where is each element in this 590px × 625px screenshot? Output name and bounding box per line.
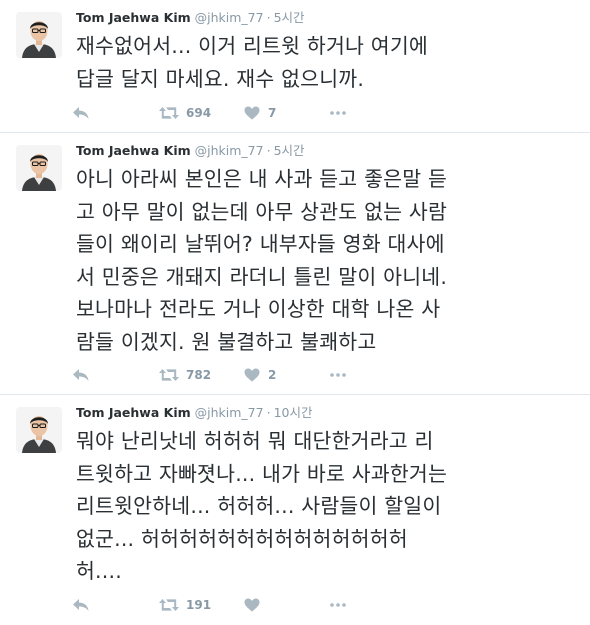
retweet-count: 782	[186, 368, 212, 382]
heart-icon	[244, 368, 260, 382]
heart-icon	[244, 106, 260, 120]
separator-dot: ·	[266, 143, 271, 158]
author-handle[interactable]: @jhkim_77	[195, 143, 264, 158]
author-handle[interactable]: @jhkim_77	[195, 10, 264, 25]
more-options-button[interactable]	[330, 365, 360, 385]
like-count: 7	[268, 106, 277, 120]
more-dots-icon	[330, 373, 346, 377]
reply-arrow-icon	[72, 598, 90, 612]
like-button[interactable]: 2	[244, 365, 330, 385]
retweet-count: 191	[186, 598, 212, 612]
avatar[interactable]	[16, 145, 62, 191]
more-dots-icon	[330, 111, 346, 115]
retweet-button[interactable]: 694	[158, 103, 244, 123]
tweet-timeline: Tom Jaehwa Kim @jhkim_77 · 5시간 재수없어서... 이거 …	[0, 0, 590, 625]
tweet-text: 뭐야 난리낫네 허허허 뭐 대단한거라고 리 트윗하고 자빠졋나... 내가 바…	[76, 429, 448, 583]
tweet-header: Tom Jaehwa Kim @jhkim_77 · 5시간	[76, 9, 305, 27]
retweet-button[interactable]: 191	[158, 595, 244, 615]
author-handle[interactable]: @jhkim_77	[195, 405, 264, 420]
more-dots-icon	[330, 603, 346, 607]
tweet-text: 아니 아라씨 본인은 내 사과 듣고 좋은말 듣 고 아무 말이 없는데 아무 …	[76, 167, 448, 354]
tweet-header: Tom Jaehwa Kim @jhkim_77 · 10시간	[76, 404, 312, 422]
reply-button[interactable]	[72, 365, 158, 385]
more-options-button[interactable]	[330, 103, 360, 123]
retweet-icon	[158, 106, 180, 120]
tweet-actions: 694 7	[72, 103, 360, 123]
like-button[interactable]: 7	[244, 103, 330, 123]
tweet-header: Tom Jaehwa Kim @jhkim_77 · 5시간	[76, 142, 305, 160]
retweet-icon	[158, 598, 180, 612]
reply-arrow-icon	[72, 106, 90, 120]
tweet[interactable]: Tom Jaehwa Kim @jhkim_77 · 10시간 뭐야 난리낫네 허허허…	[0, 395, 590, 625]
separator-dot: ·	[266, 405, 271, 420]
reply-button[interactable]	[72, 103, 158, 123]
tweet-timestamp[interactable]: 5시간	[274, 10, 305, 25]
like-count: 2	[268, 368, 277, 382]
like-button[interactable]	[244, 595, 330, 615]
reply-button[interactable]	[72, 595, 158, 615]
tweet-actions: 782 2	[72, 365, 360, 385]
heart-icon	[244, 598, 260, 612]
reply-arrow-icon	[72, 368, 90, 382]
tweet[interactable]: Tom Jaehwa Kim @jhkim_77 · 5시간 아니 아라씨 본인은 내…	[0, 133, 590, 395]
more-options-button[interactable]	[330, 595, 360, 615]
author-name[interactable]: Tom Jaehwa Kim	[76, 143, 191, 158]
author-name[interactable]: Tom Jaehwa Kim	[76, 10, 191, 25]
retweet-icon	[158, 368, 180, 382]
avatar[interactable]	[16, 12, 62, 58]
tweet[interactable]: Tom Jaehwa Kim @jhkim_77 · 5시간 재수없어서... 이거 …	[0, 0, 590, 133]
tweet-timestamp[interactable]: 10시간	[274, 405, 313, 420]
retweet-button[interactable]: 782	[158, 365, 244, 385]
avatar[interactable]	[16, 407, 62, 453]
tweet-actions: 191	[72, 595, 360, 615]
separator-dot: ·	[266, 10, 271, 25]
retweet-count: 694	[186, 106, 212, 120]
tweet-text: 재수없어서... 이거 리트윗 하거나 여기에 답글 달지 마세요. 재수 없으…	[76, 34, 428, 91]
author-name[interactable]: Tom Jaehwa Kim	[76, 405, 191, 420]
tweet-timestamp[interactable]: 5시간	[274, 143, 305, 158]
